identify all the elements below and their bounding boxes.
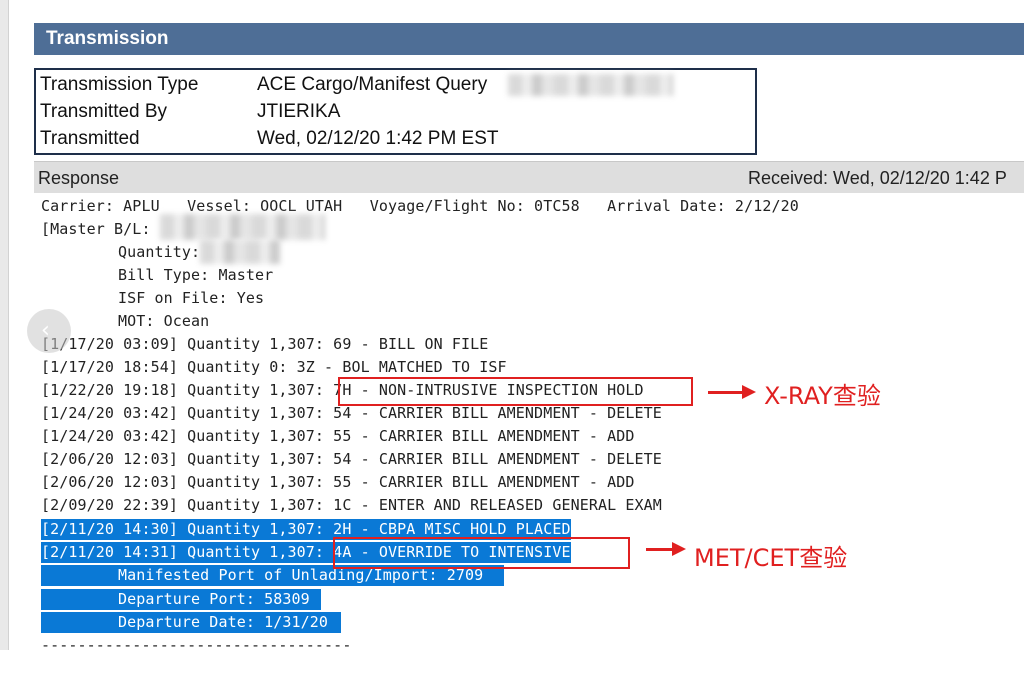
previous-arrow-button[interactable]: ‹ (27, 309, 71, 353)
transmitted-by-value: JTIERIKA (257, 101, 341, 122)
response-header: Response Received: Wed, 02/12/20 1:42 P (34, 161, 1024, 193)
carrier-line: Carrier: APLU Vessel: OOCL UTAH Voyage/F… (41, 197, 799, 215)
bottom-toolbar (0, 650, 1024, 682)
xray-arrow-head (742, 385, 756, 399)
redacted-quantity-blur (200, 240, 280, 264)
chevron-left-icon: ‹ (41, 318, 50, 343)
received-timestamp: Received: Wed, 02/12/20 1:42 P (748, 168, 1007, 188)
mot-line: MOT: Ocean (118, 312, 210, 330)
xray-highlight-box (338, 377, 693, 406)
isf-line: ISF on File: Yes (118, 289, 265, 307)
event-line: [1/17/20 03:09] Quantity 1,307: 69 - BIL… (41, 335, 489, 353)
response-label: Response (38, 168, 120, 188)
transmission-title: Transmission (46, 28, 169, 49)
left-panel-edge (0, 0, 8, 650)
met-annotation: MET/CET查验 (694, 544, 848, 572)
departure-date-line[interactable]: Departure Date: 1/31/20 (41, 612, 341, 633)
transmission-info-box: Transmission Type ACE Cargo/Manifest Que… (34, 68, 757, 155)
event-line: [2/06/20 12:03] Quantity 1,307: 54 - CAR… (41, 450, 662, 468)
quantity-line: Quantity: (118, 243, 201, 261)
left-panel-divider (8, 0, 9, 650)
met-highlight-box (333, 537, 630, 569)
transmission-type-value: ACE Cargo/Manifest Query (257, 74, 488, 95)
transmitted-by-label: Transmitted By (40, 101, 168, 122)
event-line: [1/24/20 03:42] Quantity 1,307: 54 - CAR… (41, 404, 662, 422)
event-line: [1/24/20 03:42] Quantity 1,307: 55 - CAR… (41, 427, 635, 445)
xray-annotation: X-RAY查验 (764, 382, 881, 410)
transmitted-value: Wed, 02/12/20 1:42 PM EST (257, 128, 499, 149)
transmitted-label: Transmitted (40, 128, 140, 149)
redacted-query-blur (508, 74, 673, 96)
redacted-bl-blur (160, 214, 325, 240)
event-line: [1/17/20 18:54] Quantity 0: 3Z - BOL MAT… (41, 358, 507, 376)
xray-arrow-line (708, 391, 746, 394)
transmission-type-label: Transmission Type (40, 74, 199, 95)
met-arrow-head (672, 542, 686, 556)
event-line: [2/06/20 12:03] Quantity 1,307: 55 - CAR… (41, 473, 635, 491)
event-line: [2/09/20 22:39] Quantity 1,307: 1C - ENT… (41, 496, 662, 514)
bill-type-line: Bill Type: Master (118, 266, 274, 284)
transmission-header: Transmission (34, 23, 1024, 55)
departure-port-line[interactable]: Departure Port: 58309 (41, 589, 321, 610)
master-bl-line: [Master B/L: (41, 220, 151, 238)
